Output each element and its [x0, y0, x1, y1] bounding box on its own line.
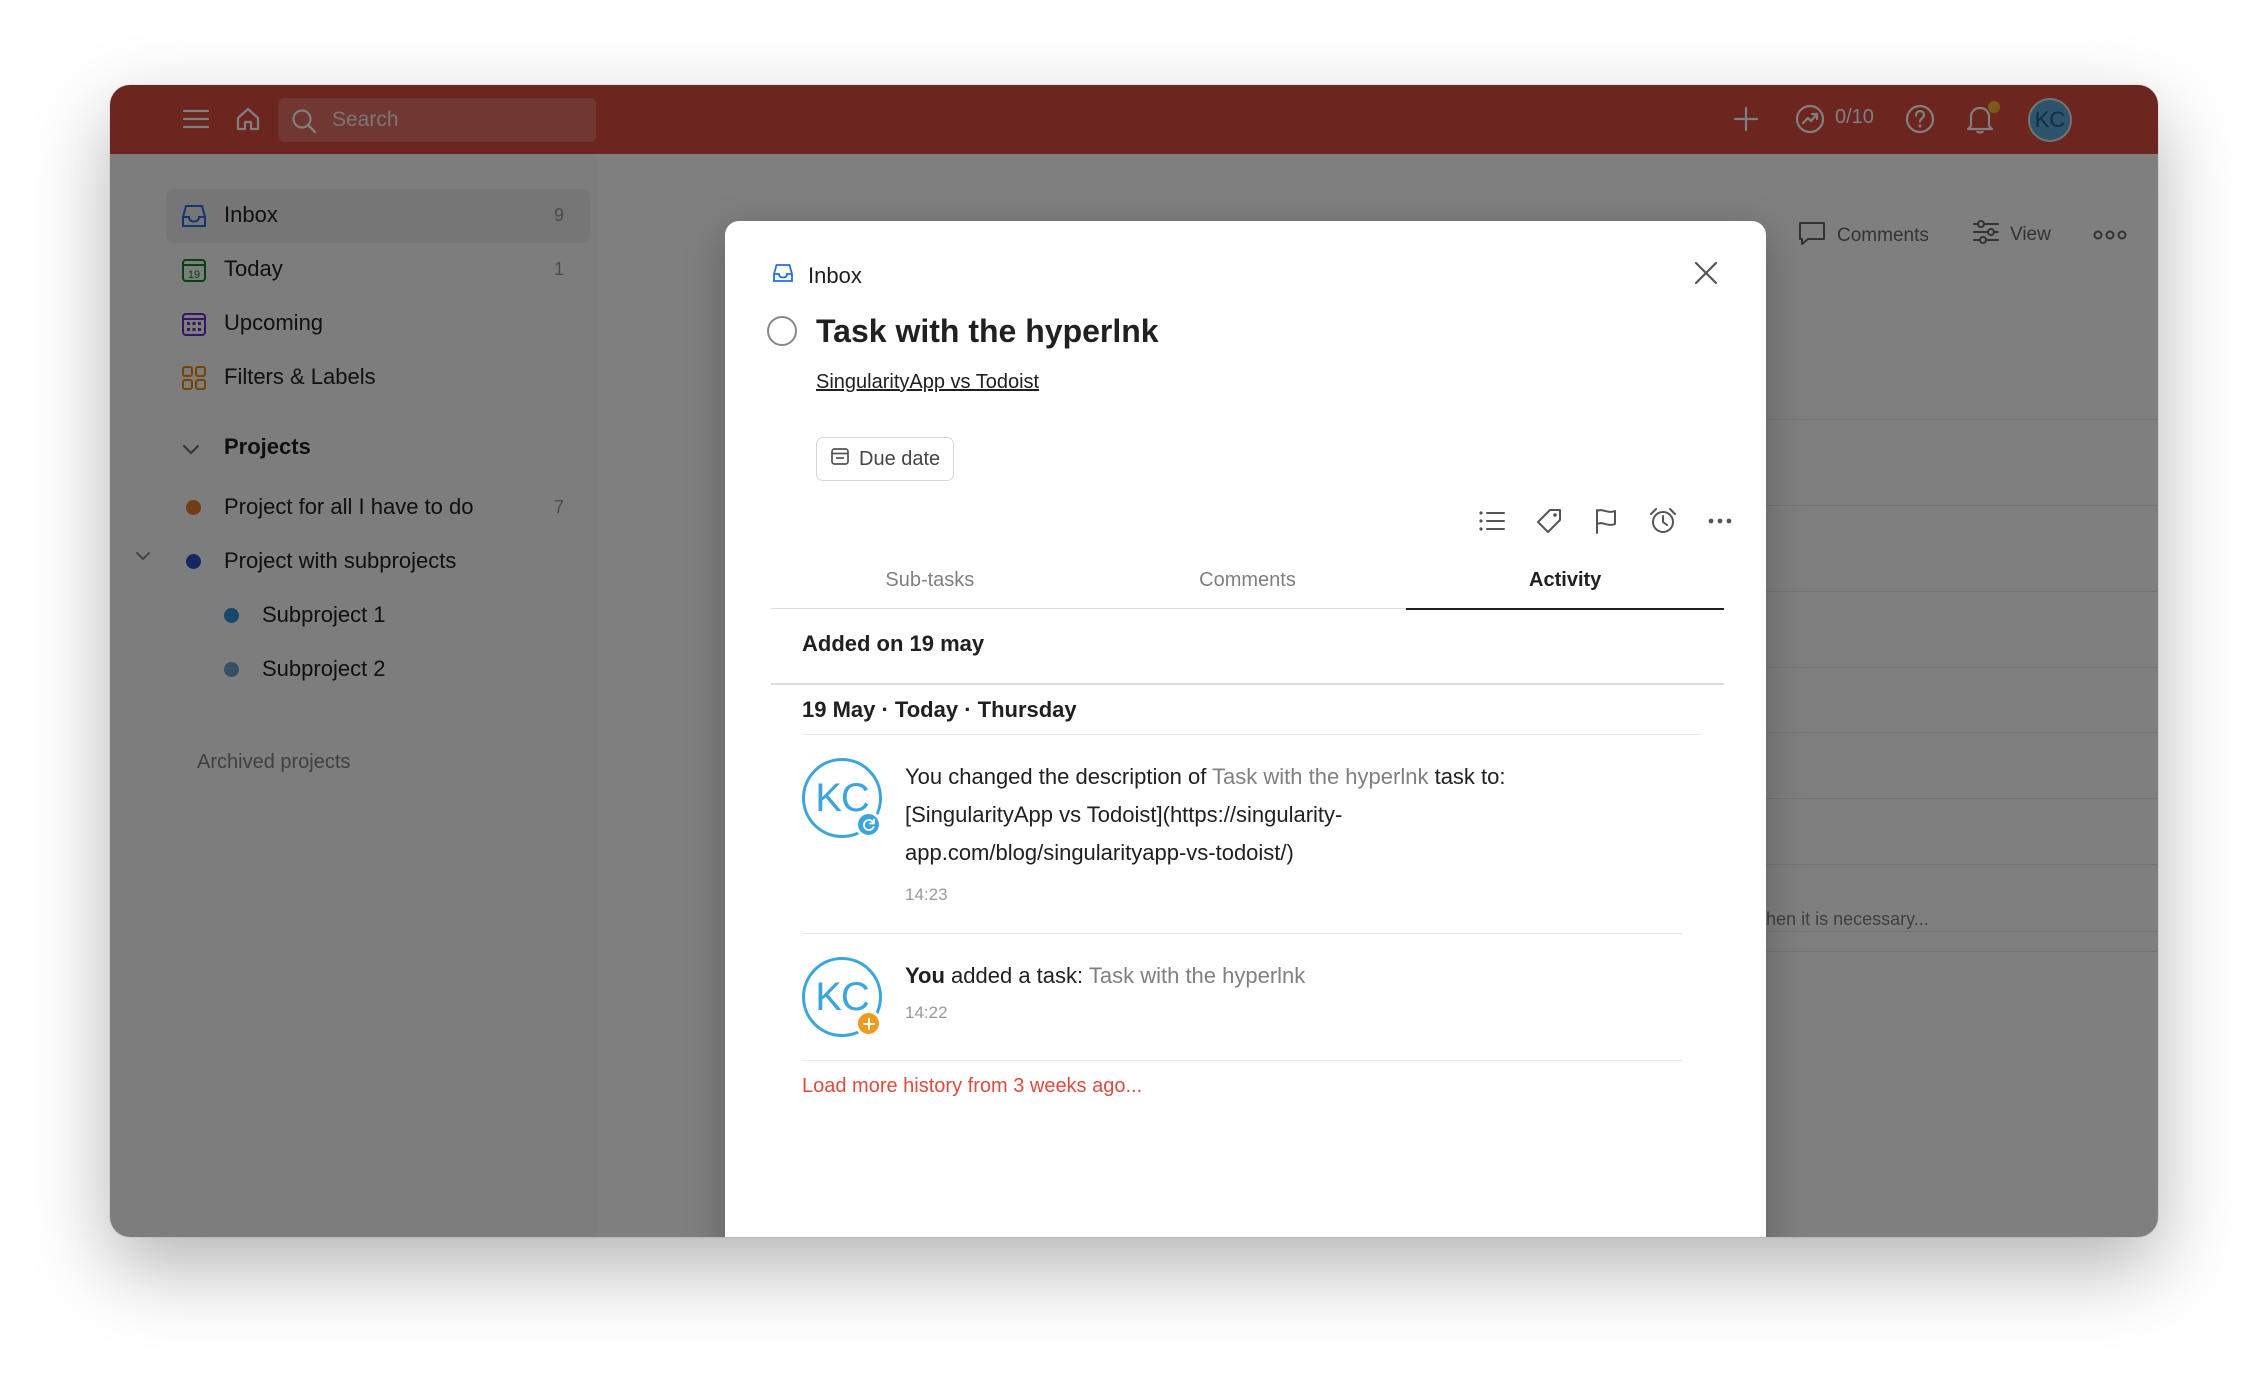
divider [771, 683, 1724, 685]
close-icon[interactable] [1688, 255, 1724, 291]
priority-flag-icon[interactable] [1586, 501, 1626, 541]
tab-sub-tasks[interactable]: Sub-tasks [771, 563, 1089, 608]
activity-timestamp: 14:23 [905, 885, 948, 904]
breadcrumb-label: Inbox [808, 263, 862, 288]
added-on-text: Added on 19 may [802, 631, 985, 656]
more-options-icon[interactable] [1700, 501, 1740, 541]
activity-text-prefix: You changed the description of [905, 764, 1213, 789]
activity-task-reference[interactable]: Task with the hyperlnk [1212, 764, 1428, 789]
activity-item: KC You changed the description of Task w… [802, 758, 1662, 908]
subtasks-list-icon[interactable] [1472, 501, 1512, 541]
divider [802, 1060, 1682, 1061]
task-description-link[interactable]: SingularityApp vs Todoist [816, 371, 1039, 394]
activity-description: You changed the description of Task with… [905, 758, 1605, 872]
activity-timestamp: 14:22 [905, 1003, 948, 1022]
calendar-icon [830, 446, 850, 472]
task-detail-modal: Inbox Task with the hyperlnk Singularity… [725, 221, 1766, 1237]
divider [802, 734, 1702, 735]
task-complete-checkbox[interactable] [767, 316, 797, 346]
activity-description: You added a task: Task with the hyperlnk [905, 957, 1605, 995]
activity-text-prefix: added a task: [944, 963, 1089, 988]
tab-activity[interactable]: Activity [1406, 563, 1724, 610]
activity-item: KC You added a task: Task with the hyper… [802, 957, 1662, 1047]
sync-icon [855, 811, 882, 838]
task-title[interactable]: Task with the hyperlnk [816, 313, 1159, 350]
activity-date-heading: 19 May · Today · Thursday [802, 697, 1077, 722]
reminder-alarm-icon[interactable] [1643, 501, 1683, 541]
divider [802, 933, 1682, 934]
plus-icon [855, 1010, 882, 1037]
tab-comments[interactable]: Comments [1089, 563, 1407, 608]
due-date-button[interactable]: Due date [816, 437, 955, 481]
load-more-history-link[interactable]: Load more history from 3 weeks ago... [802, 1075, 1142, 1098]
activity-task-reference[interactable]: Task with the hyperlnk [1089, 963, 1305, 988]
due-date-label: Due date [859, 447, 941, 470]
app-window: 0/10 KC Inbox 9 19 Today 1 [110, 85, 2158, 1237]
label-tag-icon[interactable] [1529, 501, 1569, 541]
activity-actor: You [905, 963, 945, 988]
task-detail-tabs: Sub-tasks Comments Activity [771, 563, 1724, 610]
breadcrumb[interactable]: Inbox [772, 262, 862, 290]
inbox-icon [772, 262, 794, 290]
